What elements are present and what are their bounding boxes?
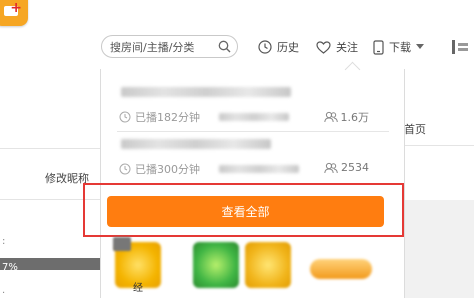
people-icon: [323, 111, 338, 123]
room-duration: 已播300分钟: [119, 161, 200, 177]
right-gray-panel: [405, 200, 474, 298]
room-duration: 已播182分钟: [119, 109, 200, 125]
nav-download[interactable]: 下载: [373, 36, 424, 58]
divider: [405, 145, 474, 146]
heart-icon: [316, 40, 331, 54]
divider: [0, 148, 100, 149]
viewer-count: 1.6万: [323, 109, 370, 125]
nav-follow[interactable]: 关注: [316, 36, 358, 58]
nav-history[interactable]: 历史: [258, 36, 299, 58]
app-logo[interactable]: +: [0, 0, 28, 26]
duration-text: 已播182分钟: [135, 111, 200, 124]
viewer-count: 2534: [324, 161, 369, 174]
blurred-room-title: [121, 139, 271, 149]
duration-text: 已播300分钟: [135, 163, 200, 176]
left-text-fragment: ·: [2, 288, 6, 299]
logo-plus-icon: +: [10, 0, 22, 16]
clock-icon: [258, 40, 272, 54]
viewer-count-text: 1.6万: [340, 111, 370, 124]
thumbnail-banner[interactable]: [310, 259, 372, 279]
search-icon[interactable]: [218, 40, 231, 53]
search-placeholder[interactable]: 搜房间/主播/分类: [110, 39, 218, 55]
blurred-anchor-name: [219, 113, 289, 121]
thumbnail-badge[interactable]: [193, 242, 239, 288]
phone-icon: [373, 39, 384, 55]
caret-down-icon: [416, 44, 424, 49]
blurred-room-title: [121, 87, 291, 97]
followed-room-item[interactable]: 已播182分钟 1.6万: [119, 83, 389, 131]
blurred-anchor-name: [219, 165, 299, 173]
homepage-link[interactable]: 首页: [404, 121, 426, 137]
thumbnail-overlay: [113, 237, 131, 251]
search-box[interactable]: 搜房间/主播/分类: [101, 35, 238, 58]
clock-icon: [119, 163, 131, 175]
nav-follow-label: 关注: [336, 41, 358, 54]
viewer-count-text: 2534: [341, 161, 369, 174]
progress-percent: 7%: [2, 262, 18, 273]
nav-history-label: 历史: [277, 41, 299, 54]
recommended-thumbnails: 经: [113, 237, 385, 298]
thumbnail-badge[interactable]: [245, 242, 291, 288]
left-text-fragment: :: [2, 236, 6, 247]
view-all-button[interactable]: 查看全部: [107, 196, 384, 227]
top-bar: + 搜房间/主播/分类 历史 关注 下载: [0, 0, 474, 71]
thumbnail-label: 经: [133, 283, 143, 294]
people-icon: [324, 162, 338, 173]
nav-download-label: 下载: [389, 41, 411, 54]
clock-icon: [119, 111, 131, 123]
user-menu-icon[interactable]: [450, 37, 470, 57]
divider: [117, 131, 389, 132]
followed-room-item[interactable]: 已播300分钟 2534: [119, 135, 389, 183]
